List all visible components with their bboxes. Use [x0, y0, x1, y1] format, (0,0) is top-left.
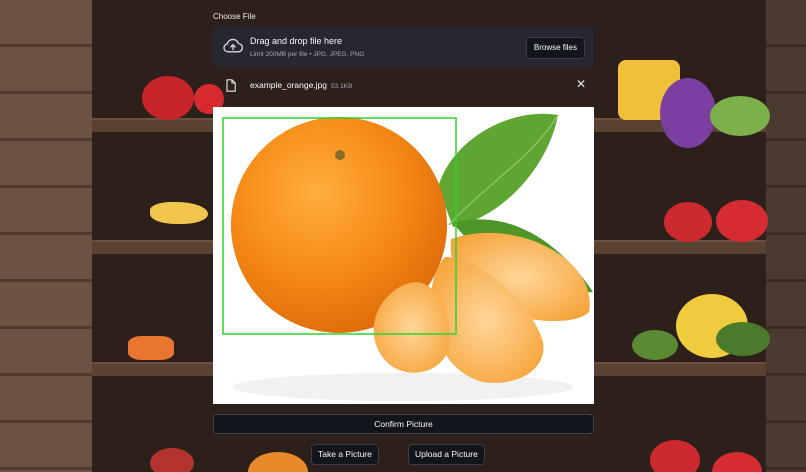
file-size: 53.1KB	[331, 83, 353, 90]
close-icon[interactable]: ✕	[576, 77, 586, 91]
browse-files-button[interactable]: Browse files	[525, 37, 585, 59]
carrot-decoration	[128, 336, 174, 360]
orange-photo	[222, 113, 593, 401]
wood-wall-left	[0, 0, 92, 472]
file-dropzone[interactable]: Drag and drop file here Limit 200MB per …	[213, 26, 594, 67]
file-name: example_orange.jpg	[250, 80, 328, 90]
grapes-decoration	[710, 96, 770, 136]
avocado-decoration	[632, 330, 678, 360]
file-icon	[226, 79, 236, 92]
grapes-decoration	[660, 78, 716, 148]
uploaded-image-preview	[213, 107, 594, 404]
wood-wall-right	[766, 0, 806, 472]
tomato-decoration	[716, 200, 768, 242]
banana-decoration	[150, 202, 208, 224]
file-name-text: example_orange.jpg 53.1KB	[250, 80, 352, 90]
choose-file-label: Choose File	[213, 12, 256, 21]
tomato-decoration	[664, 202, 712, 242]
take-picture-button[interactable]: Take a Picture	[311, 444, 379, 465]
avocado-decoration	[716, 322, 770, 356]
confirm-picture-button[interactable]: Confirm Picture	[213, 414, 594, 434]
apple-decoration	[142, 76, 194, 120]
dropzone-title: Drag and drop file here	[250, 36, 343, 46]
uploaded-file-row: example_orange.jpg 53.1KB ✕	[213, 75, 594, 95]
upload-picture-button[interactable]: Upload a Picture	[408, 444, 485, 465]
dropzone-limit-text: Limit 200MB per file • JPG, JPEG, PNG	[250, 51, 365, 58]
cloud-upload-icon	[223, 38, 243, 53]
strawberry-decoration	[150, 448, 194, 472]
tomato-decoration	[650, 440, 700, 472]
